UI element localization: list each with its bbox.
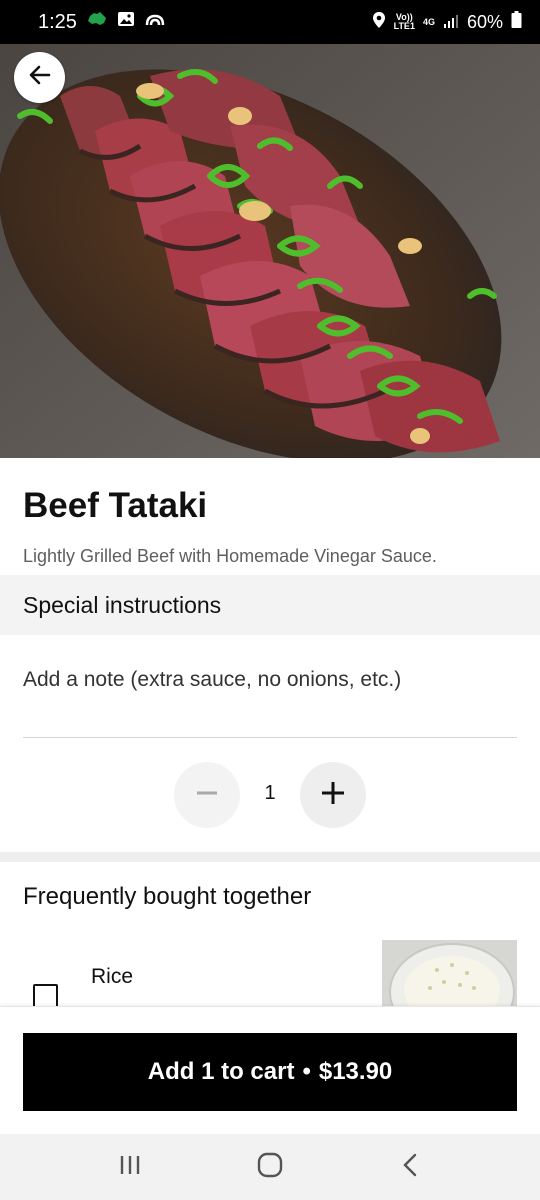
- home-icon: [257, 1152, 283, 1183]
- network-type: 4G: [422, 16, 435, 27]
- volte-indicator: Vo)) LTE1: [393, 12, 415, 31]
- back-button[interactable]: [14, 52, 65, 103]
- status-bar: 1:25 Vo)) LTE1 4G 60%: [0, 0, 540, 44]
- item-title: Beef Tataki: [23, 486, 208, 525]
- rice-photo: [382, 940, 517, 1006]
- list-item[interactable]: Rice: [0, 940, 540, 1006]
- gallery-icon: [117, 11, 135, 33]
- battery-percent: 60%: [466, 11, 503, 32]
- special-instructions-header: Special instructions: [0, 575, 540, 635]
- signal-icon: [443, 12, 459, 33]
- system-back-button[interactable]: [380, 1142, 440, 1192]
- frequently-bought-header: Frequently bought together: [23, 883, 312, 910]
- recent-apps-icon: [118, 1154, 142, 1181]
- section-divider: [0, 852, 540, 862]
- add-to-cart-separator: •: [302, 1058, 311, 1085]
- quantity-stepper: 1: [174, 762, 366, 828]
- add-to-cart-price: $13.90: [318, 1058, 393, 1085]
- recent-apps-button[interactable]: [100, 1142, 160, 1192]
- cloud-icon: [145, 11, 165, 33]
- status-time: 1:25: [38, 10, 77, 33]
- item-description: Lightly Grilled Beef with Homemade Vineg…: [23, 546, 437, 566]
- decrease-quantity-button[interactable]: [174, 762, 240, 828]
- quantity-value: 1: [264, 782, 276, 804]
- location-icon: [372, 11, 386, 34]
- system-navigation-bar: [0, 1134, 540, 1200]
- special-instructions-title: Special instructions: [23, 591, 222, 618]
- dish-photo: [0, 36, 540, 458]
- bottom-action-panel: Add 1 to cart • $13.90: [0, 1006, 540, 1134]
- rice-checkbox[interactable]: [33, 984, 58, 1006]
- add-to-cart-button[interactable]: Add 1 to cart • $13.90: [23, 1033, 517, 1111]
- list-item-name: Rice: [91, 965, 134, 988]
- home-button[interactable]: [240, 1142, 300, 1192]
- increase-quantity-button[interactable]: [300, 762, 366, 828]
- arrow-left-icon: [27, 62, 53, 93]
- australia-map-icon: [87, 11, 107, 33]
- special-instructions-input[interactable]: Add a note (extra sauce, no onions, etc.…: [23, 660, 517, 738]
- back-chevron-icon: [402, 1153, 418, 1182]
- battery-icon: [511, 11, 522, 33]
- plus-icon: [320, 780, 346, 811]
- add-to-cart-label: Add 1 to cart: [147, 1058, 295, 1085]
- minus-icon: [195, 781, 219, 810]
